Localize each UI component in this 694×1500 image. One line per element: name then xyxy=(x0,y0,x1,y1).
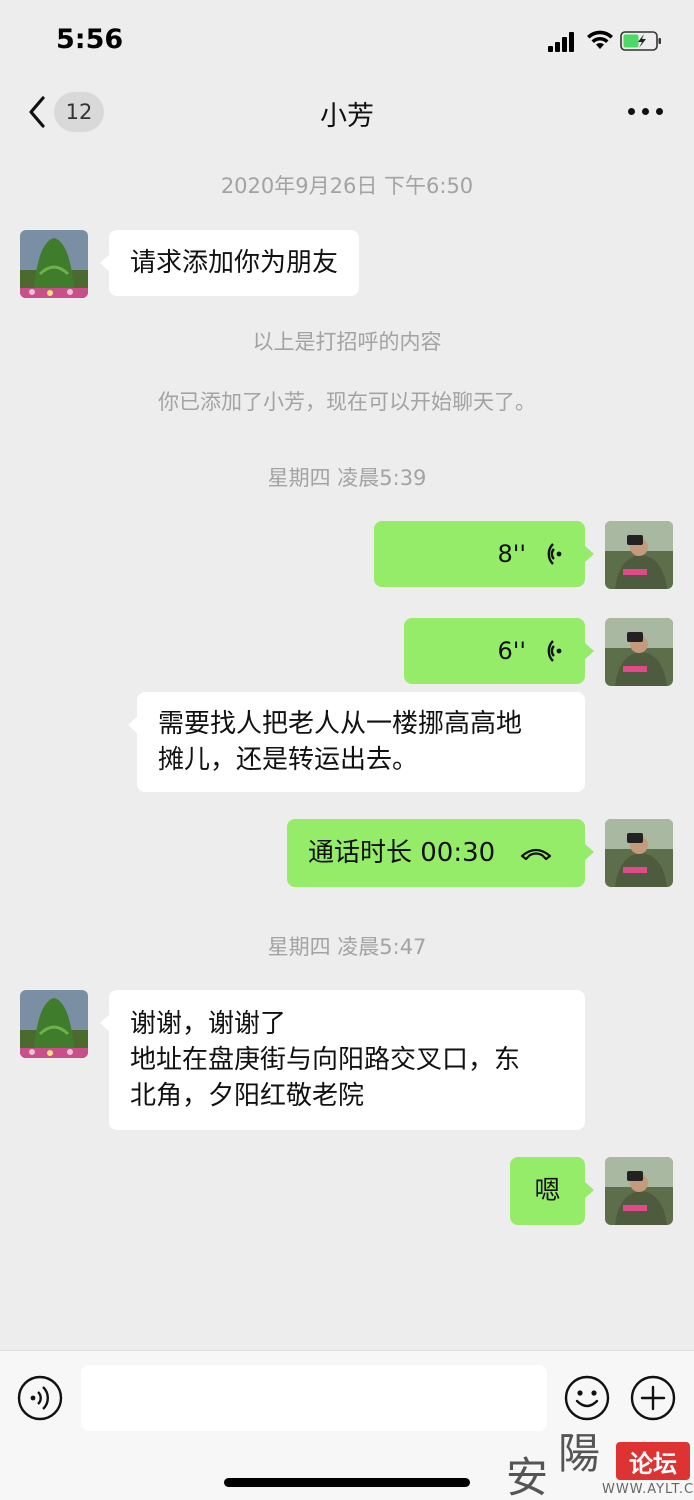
incoming-message[interactable]: 需要找人把老人从一楼挪高高地 摊儿，还是转运出去。 xyxy=(128,692,585,792)
battery-icon xyxy=(620,31,661,51)
timestamp: 星期四 凌晨5:39 xyxy=(267,466,427,490)
unread-count-badge[interactable]: 12 xyxy=(54,92,104,132)
emoji-icon[interactable] xyxy=(564,1375,610,1421)
page-title: 小芳 xyxy=(320,101,374,132)
message-text: 嗯 xyxy=(534,1176,561,1206)
message-text-line: 北角，夕阳红敬老院 xyxy=(130,1081,365,1111)
watermark-url: WWW.AYLT.CN xyxy=(602,1482,694,1497)
outgoing-call-record[interactable]: 通话时长 00:30 xyxy=(287,819,594,887)
timestamp: 2020年9月26日 下午6:50 xyxy=(220,174,474,198)
friend-avatar[interactable] xyxy=(20,230,88,298)
my-avatar[interactable] xyxy=(605,819,673,887)
timestamp: 星期四 凌晨5:47 xyxy=(267,935,427,959)
my-avatar[interactable] xyxy=(605,618,673,686)
signal-icon xyxy=(548,32,578,52)
watermark-char: 陽 xyxy=(558,1429,601,1478)
system-message: 以上是打招呼的内容 xyxy=(252,330,442,354)
outgoing-voice-message[interactable]: 8'' xyxy=(374,521,594,587)
outgoing-voice-message[interactable]: 6'' xyxy=(404,618,594,684)
voice-wave-icon xyxy=(547,543,562,565)
phone-hangup-icon xyxy=(521,848,552,861)
wifi-icon xyxy=(587,30,613,49)
message-text: 请求添加你为朋友 xyxy=(130,248,339,278)
message-text-line: 需要找人把老人从一楼挪高高地 xyxy=(158,709,523,739)
outgoing-message[interactable]: 嗯 xyxy=(510,1157,594,1225)
system-message: 你已添加了小芳，现在可以开始聊天了。 xyxy=(158,390,536,414)
incoming-message[interactable]: 请求添加你为朋友 xyxy=(99,230,360,296)
more-icon[interactable] xyxy=(628,108,664,118)
watermark-char: 安 xyxy=(506,1453,549,1500)
voice-input-icon[interactable] xyxy=(17,1375,63,1421)
message-text-line: 摊儿，还是转运出去。 xyxy=(158,745,419,775)
my-avatar[interactable] xyxy=(605,1157,673,1225)
plus-icon[interactable] xyxy=(630,1375,676,1421)
nav-bar: 小芳 12 xyxy=(0,84,694,140)
back-icon[interactable] xyxy=(26,94,48,130)
forum-watermark: 安 陽 论坛 WWW.AYLT.CN xyxy=(506,1418,694,1500)
message-input[interactable] xyxy=(81,1365,547,1431)
home-indicator xyxy=(224,1478,470,1487)
message-text-line: 谢谢，谢谢了 xyxy=(130,1009,287,1039)
friend-avatar[interactable] xyxy=(20,990,88,1058)
voice-wave-icon xyxy=(547,640,562,662)
message-text-line: 地址在盘庚街与向阳路交叉口，东 xyxy=(130,1045,521,1075)
voice-duration: 8'' xyxy=(497,540,526,568)
status-bar: 5:56 xyxy=(0,0,694,84)
status-time: 5:56 xyxy=(56,24,124,55)
watermark-badge: 论坛 xyxy=(616,1442,690,1480)
call-duration-text: 通话时长 00:30 xyxy=(308,838,496,868)
my-avatar[interactable] xyxy=(605,521,673,589)
incoming-message[interactable]: 谢谢，谢谢了 地址在盘庚街与向阳路交叉口，东 北角，夕阳红敬老院 xyxy=(100,990,585,1130)
voice-duration: 6'' xyxy=(497,637,526,665)
chat-area[interactable]: 2020年9月26日 下午6:50 请求添加你为朋友 以上是打招呼的内容 你已添… xyxy=(0,140,694,1350)
